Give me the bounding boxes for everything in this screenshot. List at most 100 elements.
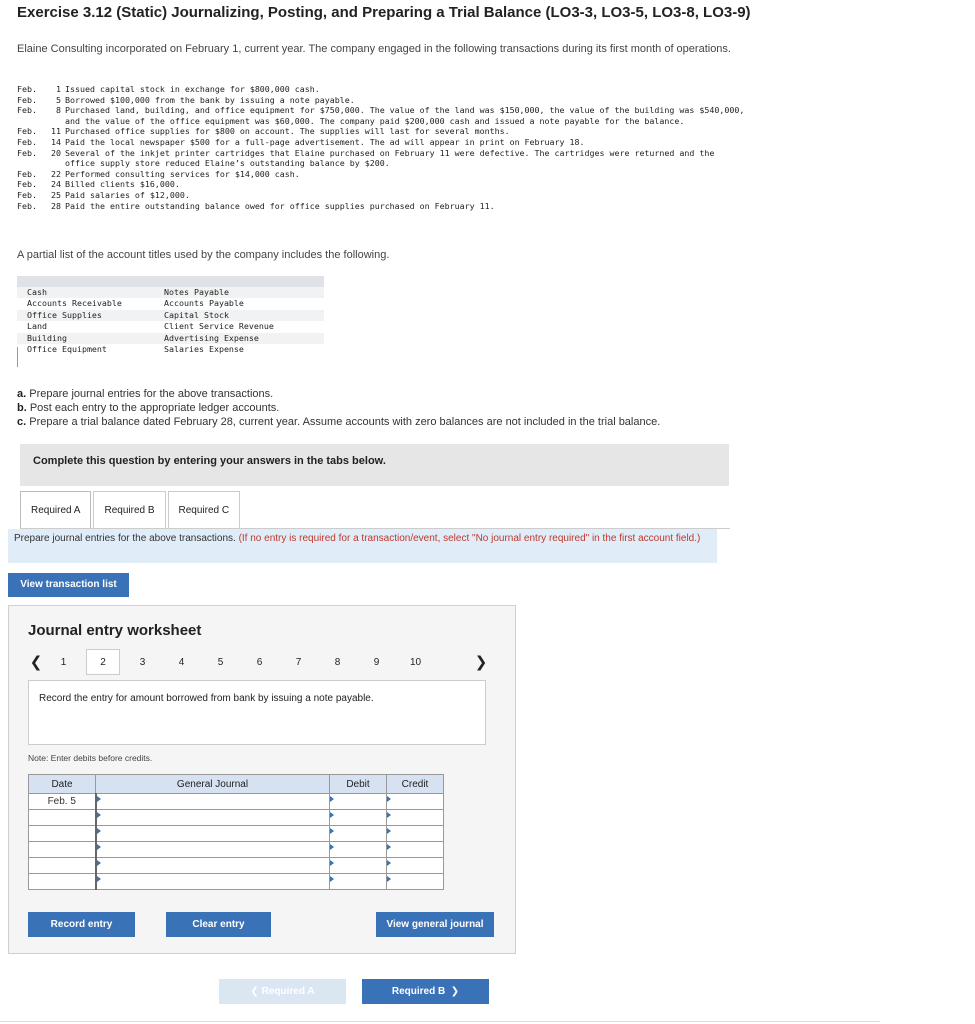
page-1[interactable]: 1 xyxy=(44,657,83,668)
input-marker-icon xyxy=(387,828,391,834)
task-list: a. Prepare journal entries for the above… xyxy=(17,387,660,429)
input-marker-icon xyxy=(330,828,334,834)
table-row: Feb. 5 xyxy=(28,793,444,810)
complete-banner: Complete this question by entering your … xyxy=(20,444,729,486)
complete-text: Complete this question by entering your … xyxy=(33,455,386,467)
account-input[interactable] xyxy=(94,825,330,842)
tab-required-a[interactable]: Required A xyxy=(20,491,92,528)
page-10[interactable]: 10 xyxy=(396,657,435,668)
account-input[interactable] xyxy=(94,857,330,874)
page-9[interactable]: 9 xyxy=(357,657,396,668)
table-row xyxy=(28,857,444,874)
account-input[interactable] xyxy=(94,841,330,858)
input-marker-icon xyxy=(387,860,391,866)
debit-input[interactable] xyxy=(329,857,387,874)
credit-input[interactable] xyxy=(386,809,444,826)
date-cell: Feb. 5 xyxy=(28,793,96,810)
chevron-left-icon: ❮ xyxy=(250,986,259,997)
date-cell xyxy=(28,873,96,890)
prev-required-button[interactable]: ❮ Required A xyxy=(219,979,346,1004)
clear-entry-button[interactable]: Clear entry xyxy=(166,912,271,937)
debit-input[interactable] xyxy=(329,841,387,858)
chevron-right-icon: ❯ xyxy=(447,986,460,997)
input-marker-icon xyxy=(387,876,391,882)
transaction-item: Feb. 25 Paid salaries of $12,000. xyxy=(17,189,190,200)
record-entry-button[interactable]: Record entry xyxy=(28,912,135,937)
debit-input[interactable] xyxy=(329,825,387,842)
view-transaction-list-button[interactable]: View transaction list xyxy=(8,573,129,597)
account-input[interactable] xyxy=(94,809,330,826)
transaction-item: Feb. 11 Purchased office supplies for $800… xyxy=(17,126,510,137)
account-row: Office Supplies Capital Stock xyxy=(17,309,324,322)
dropdown-arrow-icon xyxy=(96,796,101,802)
dropdown-arrow-icon xyxy=(96,860,101,866)
transaction-item: Feb. 14 Paid the local newspaper $500 for … xyxy=(17,136,585,147)
page-7[interactable]: 7 xyxy=(279,657,318,668)
task-item: b. Post each entry to the appropriate le… xyxy=(17,402,280,414)
credit-column-header: Credit xyxy=(386,774,444,794)
page-3[interactable]: 3 xyxy=(123,657,162,668)
debit-input[interactable] xyxy=(329,809,387,826)
date-cell xyxy=(28,809,96,826)
transaction-item: Feb. 1 Issued capital stock in exchange fo… xyxy=(17,84,320,94)
page-6[interactable]: 6 xyxy=(240,657,279,668)
entry-prompt: Record the entry for amount borrowed fro… xyxy=(39,693,374,704)
date-cell xyxy=(28,841,96,858)
dropdown-arrow-icon xyxy=(96,812,101,818)
dropdown-arrow-icon xyxy=(96,876,101,882)
date-cell xyxy=(28,857,96,874)
page-4[interactable]: 4 xyxy=(162,657,201,668)
account-input[interactable] xyxy=(94,873,330,890)
page-2-current[interactable]: 2 xyxy=(86,649,120,675)
account-row: Land Client Service Revenue xyxy=(27,321,274,332)
credit-input[interactable] xyxy=(386,825,444,842)
worksheet-title: Journal entry worksheet xyxy=(28,622,202,639)
input-marker-icon xyxy=(387,844,391,850)
transaction-item: Feb. 8 Purchased land, building, and offic… xyxy=(17,105,745,126)
account-row: Building Advertising Expense xyxy=(17,332,324,344)
table-header-row: Date General Journal Debit Credit xyxy=(28,774,444,794)
input-marker-icon xyxy=(387,796,391,802)
account-row: Cash Notes Payable xyxy=(17,287,324,299)
worksheet-pager: ❮ 1 2 3 4 5 6 7 8 9 10 ❯ xyxy=(28,649,489,675)
debit-column-header: Debit xyxy=(329,774,387,794)
instruction-note: (If no entry is required for a transacti… xyxy=(238,533,701,544)
instruction-box: Prepare journal entries for the above tr… xyxy=(8,529,717,563)
credit-input[interactable] xyxy=(386,793,444,810)
credit-input[interactable] xyxy=(386,841,444,858)
partial-list-text: A partial list of the account titles use… xyxy=(17,249,390,261)
table-row xyxy=(28,841,444,858)
chevron-left-icon[interactable]: ❮ xyxy=(28,653,44,671)
entry-prompt-box: Record the entry for amount borrowed fro… xyxy=(28,680,486,745)
transaction-item: Feb. 28 Paid the entire outstanding balanc… xyxy=(17,200,495,211)
credit-input[interactable] xyxy=(386,873,444,890)
chevron-right-icon[interactable]: ❯ xyxy=(473,653,489,671)
prev-button-label: Required A xyxy=(261,986,315,997)
table-row xyxy=(28,809,444,826)
input-marker-icon xyxy=(330,796,334,802)
credit-input[interactable] xyxy=(386,857,444,874)
page-5[interactable]: 5 xyxy=(201,657,240,668)
debit-input[interactable] xyxy=(329,793,387,810)
next-required-button[interactable]: Required B ❯ xyxy=(362,979,489,1004)
divider xyxy=(0,1021,880,1022)
input-marker-icon xyxy=(330,844,334,850)
journal-entry-table: Date General Journal Debit Credit Feb. 5 xyxy=(28,774,444,890)
view-general-journal-button[interactable]: View general journal xyxy=(376,912,494,937)
input-marker-icon xyxy=(330,876,334,882)
date-column-header: Date xyxy=(28,774,96,794)
tab-required-c[interactable]: Required C xyxy=(167,491,241,528)
account-row: Office Equipment Salaries Expense xyxy=(27,343,244,354)
page-8[interactable]: 8 xyxy=(318,657,357,668)
transaction-item: Feb. 20 Several of the inkjet printer cart… xyxy=(17,147,715,169)
tab-required-b[interactable]: Required B xyxy=(93,491,166,528)
general-journal-column-header: General Journal xyxy=(95,774,330,794)
debit-credit-note: Note: Enter debits before credits. xyxy=(28,753,153,763)
transaction-item: Feb. 22 Performed consulting services for … xyxy=(17,168,300,179)
account-row: Accounts Receivable Accounts Payable xyxy=(27,298,244,309)
account-input[interactable] xyxy=(94,793,330,810)
table-row xyxy=(28,825,444,842)
dropdown-arrow-icon xyxy=(96,828,101,834)
next-button-label: Required B xyxy=(391,986,446,997)
debit-input[interactable] xyxy=(329,873,387,890)
